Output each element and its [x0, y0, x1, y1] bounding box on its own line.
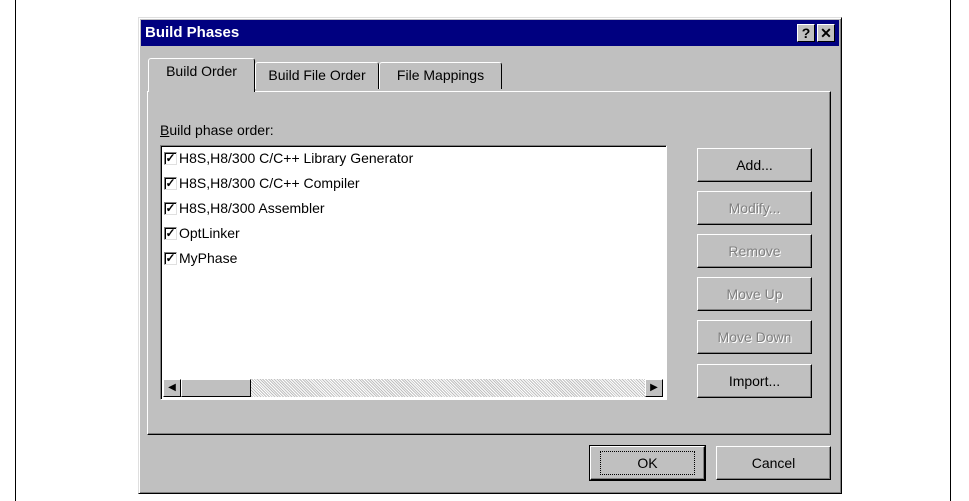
scroll-left-icon[interactable]: ◀ [163, 379, 181, 397]
list-item[interactable]: ✓ H8S,H8/300 C/C++ Compiler [164, 172, 360, 194]
list-item[interactable]: ✓ H8S,H8/300 C/C++ Library Generator [164, 147, 413, 169]
list-item-label: OptLinker [179, 225, 240, 241]
cancel-button[interactable]: Cancel [716, 446, 831, 480]
list-item-label: H8S,H8/300 C/C++ Library Generator [179, 150, 414, 166]
ok-button[interactable]: OK [589, 445, 706, 481]
dialog-title: Build Phases [145, 24, 240, 41]
list-item-label: MyPhase [179, 250, 238, 266]
scrollbar-thumb[interactable] [181, 379, 251, 397]
add-button[interactable]: Add... [697, 148, 812, 182]
scroll-right-icon[interactable]: ▶ [645, 379, 663, 397]
close-button[interactable]: ✕ [817, 24, 835, 42]
list-item[interactable]: ✓ OptLinker [164, 222, 240, 244]
import-button[interactable]: Import... [697, 364, 812, 398]
build-phase-list[interactable]: ✓ H8S,H8/300 C/C++ Library Generator ✓ H… [160, 145, 667, 400]
list-item-label: H8S,H8/300 C/C++ Compiler [179, 175, 360, 191]
frame-border-right [950, 0, 951, 501]
tab-build-file-order[interactable]: Build File Order [255, 62, 379, 89]
horizontal-scrollbar[interactable]: ◀ ▶ [163, 379, 663, 397]
tab-file-mappings[interactable]: File Mappings [379, 62, 502, 89]
checkbox-checked[interactable]: ✓ [164, 201, 177, 215]
modify-button[interactable]: Modify... [697, 191, 812, 225]
move-down-button[interactable]: Move Down [697, 320, 812, 354]
checkbox-checked[interactable]: ✓ [164, 151, 177, 165]
checkbox-checked[interactable]: ✓ [164, 176, 177, 190]
build-phase-order-label: Build phase order: [160, 122, 274, 138]
checkbox-checked[interactable]: ✓ [164, 226, 177, 240]
move-up-button[interactable]: Move Up [697, 277, 812, 311]
build-phase-order-label-rest: uild phase order: [169, 122, 274, 138]
title-bar: Build Phases ? ✕ [141, 20, 839, 46]
help-button[interactable]: ? [797, 24, 815, 42]
list-item-label: H8S,H8/300 Assembler [179, 200, 325, 216]
build-phases-dialog: Build Phases ? ✕ Build Order Build File … [138, 17, 842, 494]
checkbox-checked[interactable]: ✓ [164, 251, 177, 265]
frame-border-left [15, 0, 16, 501]
build-order-panel: Build phase order: ✓ H8S,H8/300 C/C++ Li… [147, 91, 831, 435]
tab-build-order[interactable]: Build Order [148, 58, 255, 92]
list-item[interactable]: ✓ MyPhase [164, 247, 237, 269]
list-item[interactable]: ✓ H8S,H8/300 Assembler [164, 197, 325, 219]
remove-button[interactable]: Remove [697, 234, 812, 268]
ok-button-label: OK [600, 451, 695, 475]
